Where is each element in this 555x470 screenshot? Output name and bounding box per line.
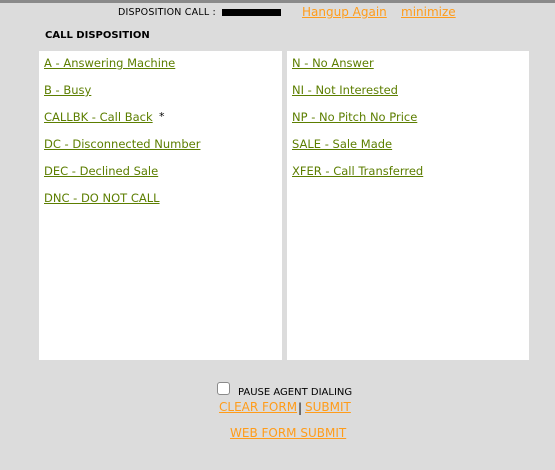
call-disposition-heading: CALL DISPOSITION xyxy=(45,30,150,41)
disposition-panel-right: N - No Answer NI - Not Interested NP - N… xyxy=(287,51,529,360)
disposition-option-np[interactable]: NP - No Pitch No Price xyxy=(292,110,417,124)
clear-form-link[interactable]: CLEAR FORM xyxy=(219,400,297,414)
link-separator: | xyxy=(298,401,303,415)
disposition-option-dec[interactable]: DEC - Declined Sale xyxy=(44,164,158,178)
disposition-option-dc[interactable]: DC - Disconnected Number xyxy=(44,137,200,151)
disposition-option-xfer[interactable]: XFER - Call Transferred xyxy=(292,164,423,178)
disposition-panel-left: A - Answering Machine B - Busy CALLBK - … xyxy=(39,51,282,360)
minimize-link[interactable]: minimize xyxy=(401,5,456,19)
redacted-phone-number xyxy=(222,9,281,16)
disposition-call-title: DISPOSITION CALL : xyxy=(118,7,216,18)
pause-agent-dialing-label: PAUSE AGENT DIALING xyxy=(238,387,353,398)
disposition-option-callbk[interactable]: CALLBK - Call Back xyxy=(44,110,153,124)
disposition-option-b[interactable]: B - Busy xyxy=(44,83,91,97)
disposition-option-ni[interactable]: NI - Not Interested xyxy=(292,83,398,97)
pause-agent-dialing-checkbox[interactable] xyxy=(217,382,230,395)
disposition-option-a[interactable]: A - Answering Machine xyxy=(44,56,175,70)
callback-marker: * xyxy=(159,110,165,123)
web-form-submit-link[interactable]: WEB FORM SUBMIT xyxy=(230,426,346,440)
disposition-option-n[interactable]: N - No Answer xyxy=(292,56,374,70)
disposition-option-dnc[interactable]: DNC - DO NOT CALL xyxy=(44,191,160,205)
top-border xyxy=(0,0,555,3)
disposition-option-sale[interactable]: SALE - Sale Made xyxy=(292,137,392,151)
disposition-header: DISPOSITION CALL : Hangup Again minimize xyxy=(0,5,555,19)
submit-link[interactable]: SUBMIT xyxy=(305,400,351,414)
hangup-again-link[interactable]: Hangup Again xyxy=(302,5,387,19)
